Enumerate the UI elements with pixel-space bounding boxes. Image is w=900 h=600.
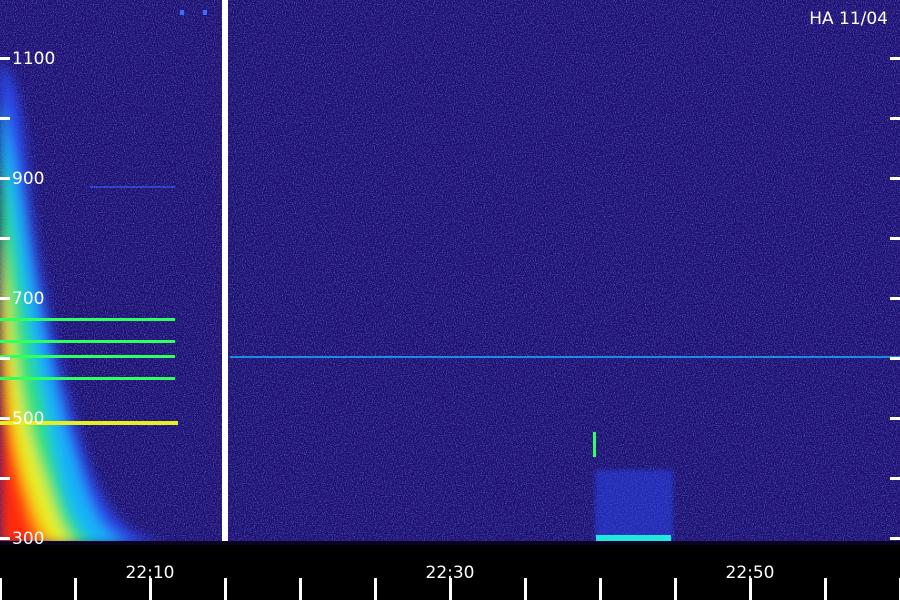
y-tick-left bbox=[0, 57, 10, 60]
x-tick-label: 22:30 bbox=[426, 563, 475, 583]
y-tick-left bbox=[0, 117, 10, 120]
spectrogram-chart: 300 500 700 900 1100 22:10 22:30 22:50 HA 11/04 bbox=[0, 0, 900, 600]
y-tick-label: 300 bbox=[12, 529, 44, 549]
plot-baseline bbox=[0, 541, 900, 545]
x-tick-label: 22:10 bbox=[126, 563, 175, 583]
x-tick bbox=[224, 578, 227, 600]
y-tick-right bbox=[890, 537, 900, 540]
y-tick-right bbox=[890, 117, 900, 120]
y-tick-label: 700 bbox=[12, 289, 44, 309]
station-date-label: HA 11/04 bbox=[809, 9, 888, 29]
y-tick-left bbox=[0, 177, 10, 180]
y-tick-left bbox=[0, 417, 10, 420]
x-tick bbox=[599, 578, 602, 600]
x-tick bbox=[374, 578, 377, 600]
y-tick-left bbox=[0, 297, 10, 300]
x-tick bbox=[674, 578, 677, 600]
y-tick-left bbox=[0, 477, 10, 480]
y-tick-right bbox=[890, 237, 900, 240]
x-tick-label: 22:50 bbox=[726, 563, 775, 583]
x-tick bbox=[74, 578, 77, 600]
y-tick-right bbox=[890, 297, 900, 300]
y-tick-right bbox=[890, 57, 900, 60]
y-tick-right bbox=[890, 177, 900, 180]
corner-marker bbox=[180, 10, 184, 15]
y-tick-right bbox=[890, 417, 900, 420]
y-tick-right bbox=[890, 477, 900, 480]
x-tick bbox=[299, 578, 302, 600]
data-gap-divider bbox=[222, 0, 228, 600]
y-tick-label: 500 bbox=[12, 409, 44, 429]
y-tick-left bbox=[0, 357, 10, 360]
x-tick bbox=[0, 578, 2, 600]
plot-noise bbox=[0, 0, 900, 545]
corner-marker bbox=[203, 10, 207, 15]
y-tick-left bbox=[0, 537, 10, 540]
y-tick-right bbox=[890, 357, 900, 360]
y-tick-label: 1100 bbox=[12, 49, 55, 69]
y-tick-left bbox=[0, 237, 10, 240]
y-tick-label: 900 bbox=[12, 169, 44, 189]
x-tick bbox=[824, 578, 827, 600]
x-tick bbox=[524, 578, 527, 600]
